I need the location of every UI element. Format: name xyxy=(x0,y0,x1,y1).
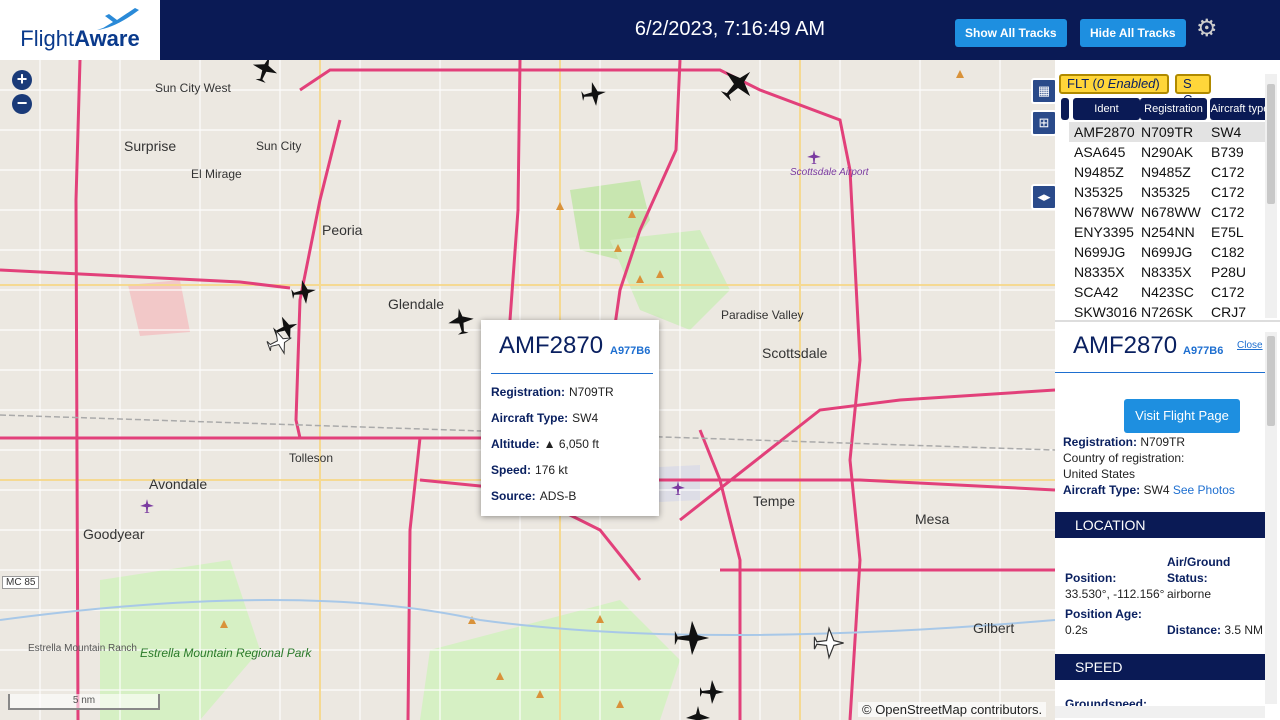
panel-toggle-icon[interactable]: ◂▸ xyxy=(1031,184,1055,210)
flight-filter-button[interactable]: FLT (0 Enabled) xyxy=(1059,74,1169,94)
table-row[interactable]: N699JG N699JG C182 xyxy=(1069,242,1266,262)
table-header-spacer xyxy=(1061,98,1069,120)
popup-source: Source: ADS-B xyxy=(491,489,577,503)
place-tempe: Tempe xyxy=(753,493,796,509)
popup-altitude: Altitude: ▲ 6,050 ft xyxy=(491,437,599,451)
aircraft-icon[interactable] xyxy=(580,80,608,108)
map-layers-icon[interactable]: ▦ xyxy=(1031,78,1055,104)
place-scottsdale-airport: Scottsdale Airport xyxy=(790,167,869,178)
flightaware-logo[interactable]: FlightAware xyxy=(0,0,160,60)
place-estrella-regional-park: Estrella Mountain Regional Park xyxy=(140,646,312,660)
zoom-out-button[interactable]: − xyxy=(12,94,32,114)
popup-divider xyxy=(491,373,653,374)
side-panel: FLT (0 Enabled) S C Ident Registration A… xyxy=(1055,60,1280,720)
detail-scrollbar-thumb[interactable] xyxy=(1267,336,1275,426)
place-goodyear: Goodyear xyxy=(83,526,145,542)
column-header-ident[interactable]: Ident xyxy=(1073,98,1140,120)
gear-icon[interactable]: ⚙ xyxy=(1196,16,1222,42)
aircraft-table: Ident Registration Aircraft type AMF2870… xyxy=(1061,98,1266,354)
logo-plane-icon xyxy=(97,8,139,30)
zoom-in-button[interactable]: + xyxy=(12,70,32,90)
table-row[interactable]: N678WW N678WW C172 xyxy=(1069,202,1266,222)
speed-section-header[interactable]: SPEED xyxy=(1055,654,1265,680)
table-row[interactable]: SCA42 N423SC C172 xyxy=(1069,282,1266,302)
detail-scrollbar[interactable] xyxy=(1265,332,1277,704)
sc-button[interactable]: S C xyxy=(1175,74,1211,107)
place-sun-city: Sun City xyxy=(256,139,302,153)
airport-icon xyxy=(140,499,154,513)
table-row[interactable]: N9485Z N9485Z C172 xyxy=(1069,162,1266,182)
detail-country-label: Country of registration: xyxy=(1063,451,1185,465)
map-attribution[interactable]: © OpenStreetMap contributors. xyxy=(858,702,1047,717)
aircraft-icon[interactable] xyxy=(266,328,294,356)
horizontal-scrollbar[interactable] xyxy=(1055,706,1265,718)
aircraft-icon[interactable] xyxy=(250,60,280,84)
place-mesa: Mesa xyxy=(915,511,950,527)
detail-close-link[interactable]: Close xyxy=(1237,340,1263,351)
map-view[interactable]: Sun City West Surprise Sun City El Mirag… xyxy=(0,60,1055,720)
aircraft-popup: AMF2870 A977B6 Registration: N709TR Aircr… xyxy=(481,320,659,516)
place-peoria: Peoria xyxy=(322,222,363,238)
place-glendale: Glendale xyxy=(388,296,445,312)
detail-aircraft-type: Aircraft Type: SW4 See Photos xyxy=(1063,483,1235,497)
table-row[interactable]: SKW3016 N726SK CRJ7 xyxy=(1069,302,1266,322)
place-gilbert: Gilbert xyxy=(973,620,1015,636)
popup-hex[interactable]: A977B6 xyxy=(610,345,650,357)
detail-distance: Distance: 3.5 NM xyxy=(1167,623,1264,637)
popup-aircraft-type: Aircraft Type: SW4 xyxy=(491,411,599,425)
place-scottsdale: Scottsdale xyxy=(762,345,828,361)
top-bar: FlightAware 6/2/2023, 7:16:49 AM Show Al… xyxy=(0,0,1280,60)
popup-registration: Registration: N709TR xyxy=(491,385,614,399)
detail-air-ground: Air/Ground Status: airborne xyxy=(1167,555,1231,601)
detail-position-age: Position Age: 0.2s xyxy=(1065,607,1142,637)
see-photos-link[interactable]: See Photos xyxy=(1173,483,1235,497)
selected-aircraft-icon[interactable] xyxy=(446,306,476,336)
detail-registration: Registration: N709TR xyxy=(1063,435,1186,449)
detail-ident: AMF2870 xyxy=(1073,332,1178,359)
place-avondale: Avondale xyxy=(149,476,208,492)
scale-bar: 5 nm xyxy=(8,694,160,710)
popup-ident: AMF2870 xyxy=(499,332,604,359)
aircraft-icon[interactable] xyxy=(684,704,712,720)
airport-icon xyxy=(671,481,685,495)
table-row[interactable]: ASA645 N290AK B739 xyxy=(1069,142,1266,162)
aircraft-icon[interactable] xyxy=(672,618,712,658)
table-row[interactable]: AMF2870 N709TR SW4 xyxy=(1069,122,1266,142)
table-row[interactable]: ENY3395 N254NN E75L xyxy=(1069,222,1266,242)
table-scrollbar-thumb[interactable] xyxy=(1267,84,1275,204)
hide-all-tracks-button[interactable]: Hide All Tracks xyxy=(1080,19,1186,47)
grid-toggle-icon[interactable]: ⊞ xyxy=(1031,110,1055,136)
route-shield: MC 85 xyxy=(2,576,40,589)
detail-country: United States xyxy=(1063,467,1136,481)
detail-hex[interactable]: A977B6 xyxy=(1183,345,1223,357)
table-row[interactable]: N35325 N35325 C172 xyxy=(1069,182,1266,202)
panel-divider xyxy=(1055,320,1280,322)
popup-speed: Speed: 176 kt xyxy=(491,463,568,477)
column-header-aircraft-type[interactable]: Aircraft type xyxy=(1210,98,1266,120)
detail-position: Position: 33.530°, -112.156° xyxy=(1065,571,1165,601)
aircraft-icon[interactable] xyxy=(718,64,758,104)
place-paradise-valley: Paradise Valley xyxy=(721,308,804,322)
aircraft-icon[interactable] xyxy=(290,278,318,306)
place-estrella-mountain-ranch: Estrella Mountain Ranch xyxy=(28,643,137,654)
show-all-tracks-button[interactable]: Show All Tracks xyxy=(955,19,1067,47)
airport-icon xyxy=(807,150,821,164)
aircraft-icon[interactable] xyxy=(812,626,846,660)
location-section-header[interactable]: LOCATION xyxy=(1055,512,1265,538)
place-tolleson: Tolleson xyxy=(289,451,334,465)
current-timestamp: 6/2/2023, 7:16:49 AM xyxy=(634,18,826,40)
table-row[interactable]: N8335X N8335X P28U xyxy=(1069,262,1266,282)
visit-flight-page-button[interactable]: Visit Flight Page xyxy=(1124,399,1240,433)
detail-divider xyxy=(1055,372,1265,373)
aircraft-icon[interactable] xyxy=(698,678,726,706)
place-el-mirage: El Mirage xyxy=(191,167,242,181)
column-header-registration[interactable]: Registration xyxy=(1140,98,1207,120)
table-scrollbar[interactable] xyxy=(1265,74,1277,318)
place-sun-city-west: Sun City West xyxy=(155,81,231,95)
place-surprise: Surprise xyxy=(124,138,177,154)
